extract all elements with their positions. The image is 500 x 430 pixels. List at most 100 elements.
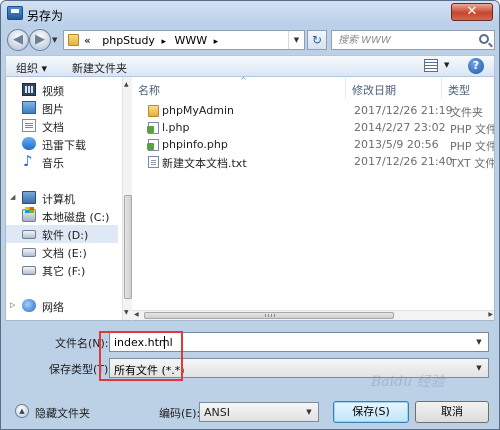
encoding-select[interactable]: ANSI ▼ <box>199 402 319 422</box>
scroll-down-icon[interactable]: ▼ <box>124 309 129 316</box>
address-dropdown-button[interactable]: ▼ <box>288 31 304 49</box>
refresh-button[interactable]: ↻ <box>307 30 327 50</box>
file-date: 2017/12/26 21:19 <box>354 104 453 117</box>
breadcrumb: « phpStudy ▸ WWW ▸ <box>84 34 223 47</box>
back-arrow-icon: ◀ <box>13 32 23 47</box>
nav-item-music[interactable]: 音乐 <box>6 152 118 171</box>
php-file-icon <box>147 139 159 151</box>
back-button[interactable]: ◀ <box>7 29 29 51</box>
scroll-left-icon[interactable]: ◀ <box>134 311 139 318</box>
hide-folders-toggle[interactable]: ▲ 隐藏文件夹 <box>15 403 105 421</box>
nav-item-label: 音乐 <box>42 157 64 170</box>
new-folder-button[interactable]: 新建文件夹 <box>72 60 127 76</box>
network-icon <box>22 299 36 312</box>
expand-arrow-icon[interactable]: ▷ <box>10 301 15 309</box>
dialog-title: 另存为 <box>27 9 64 23</box>
nav-item-label: 图片 <box>42 103 64 116</box>
horizontal-scrollbar[interactable]: ◀ ▶ <box>132 310 494 320</box>
nav-item-videos[interactable]: 视频 <box>6 81 118 99</box>
breadcrumb-separator-icon[interactable]: ▸ <box>161 37 166 47</box>
expand-arrow-icon[interactable]: ◢ <box>10 193 15 201</box>
help-icon[interactable]: ? <box>468 58 484 74</box>
folder-icon <box>68 34 79 46</box>
breadcrumb-phpstudy[interactable]: phpStudy <box>102 34 155 47</box>
image-icon <box>22 101 36 114</box>
command-bar: 组织 ▾ 新建文件夹 ▼ ? <box>5 55 495 77</box>
horizontal-scroll-thumb[interactable] <box>144 312 394 319</box>
video-icon <box>22 83 36 96</box>
search-box[interactable] <box>331 30 495 50</box>
nav-item-drive-c[interactable]: 本地磁盘 (C:) <box>6 207 118 225</box>
nav-item-drive-d[interactable]: 软件 (D:) <box>6 225 118 243</box>
nav-item-computer[interactable]: ◢ 计算机 <box>6 189 118 207</box>
column-header-label: 修改日期 <box>352 84 396 97</box>
nav-item-drive-f[interactable]: 其它 (F:) <box>6 261 118 279</box>
encoding-dropdown-icon[interactable]: ▼ <box>302 403 316 421</box>
encoding-value: ANSI <box>204 406 230 419</box>
file-name: phpMyAdmin <box>162 104 234 117</box>
column-header-label: 名称 <box>138 84 160 97</box>
view-dropdown-icon[interactable]: ▼ <box>444 61 449 69</box>
recent-locations-dropdown[interactable]: ▼ <box>52 36 57 44</box>
refresh-icon: ↻ <box>311 33 323 47</box>
cancel-button[interactable]: 取消 <box>415 401 489 423</box>
nav-item-label: 迅雷下载 <box>42 139 86 152</box>
php-file-icon <box>147 122 159 134</box>
drive-icon <box>22 266 36 275</box>
file-row[interactable]: l.php 2014/2/27 23:02 PHP 文件 <box>132 120 494 137</box>
nav-item-label: 文档 <box>42 121 64 134</box>
annotation-highlight <box>99 331 183 381</box>
file-type: PHP 文件 <box>450 140 495 153</box>
file-date: 2017/12/26 21:40 <box>354 155 453 168</box>
nav-item-label: 视频 <box>42 85 64 98</box>
nav-item-drive-e[interactable]: 文档 (E:) <box>6 243 118 261</box>
breadcrumb-www[interactable]: WWW <box>174 34 207 47</box>
search-input[interactable] <box>338 33 468 47</box>
file-row[interactable]: phpinfo.php 2013/5/9 20:56 PHP 文件 <box>132 137 495 154</box>
nav-scrollbar[interactable]: ▲ ▼ <box>122 77 132 320</box>
hide-folders-label: 隐藏文件夹 <box>35 407 90 420</box>
file-row[interactable]: 新建文本文档.txt 2017/12/26 21:40 TXT 文件 <box>132 154 495 171</box>
scroll-right-icon[interactable]: ▶ <box>488 311 493 318</box>
computer-icon <box>22 191 36 204</box>
nav-item-label: 其它 (F:) <box>42 265 86 278</box>
nav-item-network[interactable]: ▷ 网络 <box>6 297 118 315</box>
address-row: ◀ ▶ ▼ « phpStudy ▸ WWW ▸ ▼ ↻ <box>1 27 499 53</box>
file-row[interactable]: phpMyAdmin 2017/12/26 21:19 文件夹 <box>132 103 494 120</box>
nav-item-pictures[interactable]: 图片 <box>6 99 118 117</box>
nav-item-label: 软件 (D:) <box>42 229 89 242</box>
nav-item-label: 计算机 <box>42 193 75 206</box>
document-icon <box>22 119 36 132</box>
chevron-up-icon: ▲ <box>15 404 29 418</box>
text-file-icon <box>148 156 159 168</box>
breadcrumb-overflow[interactable]: « <box>84 34 91 47</box>
filetype-dropdown-icon[interactable]: ▼ <box>472 359 486 377</box>
nav-item-documents[interactable]: 文档 <box>6 117 118 135</box>
scroll-up-icon[interactable]: ▲ <box>124 81 129 88</box>
column-header-name[interactable]: 名称 ^ <box>132 77 346 99</box>
column-header-type[interactable]: 类型 <box>442 77 494 99</box>
file-name: phpinfo.php <box>162 138 228 151</box>
title-bar[interactable]: 另存为 ✕ <box>1 1 499 27</box>
nav-item-thunder-downloads[interactable]: 迅雷下载 <box>6 135 118 153</box>
close-button[interactable]: ✕ <box>451 3 493 21</box>
address-bar[interactable]: « phpStudy ▸ WWW ▸ ▼ <box>63 30 305 50</box>
view-options-icon[interactable] <box>424 59 438 72</box>
search-icon[interactable] <box>479 34 489 44</box>
dialog-icon <box>7 6 23 20</box>
breadcrumb-separator-icon[interactable]: ▸ <box>214 37 219 47</box>
column-header-date[interactable]: 修改日期 <box>346 77 442 99</box>
filename-dropdown-icon[interactable]: ▼ <box>472 333 486 351</box>
file-date: 2013/5/9 20:56 <box>354 138 439 151</box>
save-button[interactable]: 保存(S) <box>333 401 409 423</box>
nav-item-label: 文档 (E:) <box>42 247 87 260</box>
drive-c-icon <box>22 207 36 222</box>
sort-ascending-icon: ^ <box>240 77 247 85</box>
file-type: TXT 文件 <box>450 157 495 170</box>
forward-button[interactable]: ▶ <box>29 29 51 51</box>
thunder-icon <box>22 137 36 150</box>
folder-icon <box>148 105 159 117</box>
file-list-pane: 名称 ^ 修改日期 类型 phpMyAdmin 2017/12/26 21:19… <box>132 77 495 321</box>
nav-scroll-thumb[interactable] <box>124 195 132 299</box>
organize-button[interactable]: 组织 ▾ <box>16 60 47 76</box>
